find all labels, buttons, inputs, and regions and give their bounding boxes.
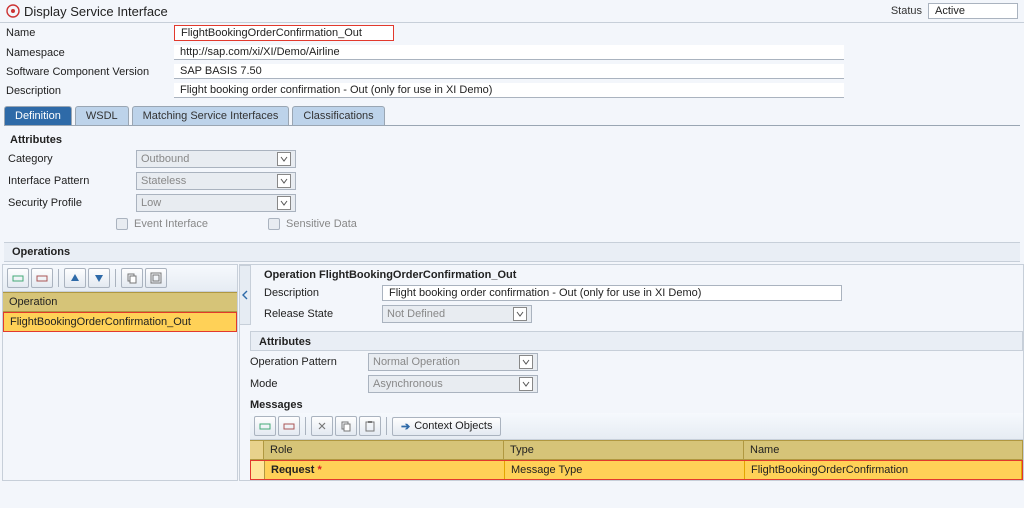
move-down-button[interactable] [88,268,110,288]
namespace-label: Namespace [6,47,174,59]
operation-row[interactable]: FlightBookingOrderConfirmation_Out [3,312,237,332]
description-label: Description [6,85,174,97]
msg-type-value: Message Type [505,461,745,479]
toolbar-divider [58,269,59,287]
sensitive-data-label: Sensitive Data [286,218,357,230]
event-interface-label: Event Interface [134,218,208,230]
dropdown-icon [277,174,291,188]
toolbar-divider [305,417,306,435]
dropdown-icon [513,307,527,321]
col-type[interactable]: Type [504,441,744,459]
dropdown-icon [277,152,291,166]
scv-label: Software Component Version [6,66,174,78]
op-pattern-value: Normal Operation [373,356,460,368]
toolbar-divider [115,269,116,287]
name-label: Name [6,27,174,39]
expand-button[interactable] [145,268,167,288]
release-state-label: Release State [264,308,382,320]
op-attributes-title: Attributes [250,331,1023,351]
messages-toolbar: ➔ Context Objects [250,413,1023,440]
messages-header-row: Role Type Name [250,440,1023,460]
status-value: Active [928,3,1018,19]
event-interface-checkbox[interactable]: Event Interface [116,218,208,230]
mode-value: Asynchronous [373,378,443,390]
dropdown-icon [519,377,533,391]
op-description-label: Description [264,287,382,299]
op-description-field: Flight booking order confirmation - Out … [382,285,842,301]
collapse-pane-button[interactable] [239,265,251,325]
delete-row-button[interactable] [31,268,53,288]
required-icon: * [317,464,321,476]
page-title: Display Service Interface [24,4,891,19]
tab-definition[interactable]: Definition [4,106,72,125]
message-row[interactable]: Request * Message Type FlightBookingOrde… [250,460,1023,480]
dropdown-icon [519,355,533,369]
checkbox-icon [116,218,128,230]
security-select[interactable]: Low [136,194,296,212]
op-pattern-select[interactable]: Normal Operation [368,353,538,371]
status-label: Status [891,5,922,17]
add-row-button[interactable] [7,268,29,288]
row-handle [250,441,264,459]
category-label: Category [8,153,136,165]
op-pattern-label: Operation Pattern [250,356,368,368]
paste-button[interactable] [359,416,381,436]
col-name[interactable]: Name [744,441,1023,459]
security-label: Security Profile [8,197,136,209]
toolbar-divider [386,417,387,435]
sensitive-data-checkbox[interactable]: Sensitive Data [268,218,357,230]
pattern-label: Interface Pattern [8,175,136,187]
add-message-button[interactable] [254,416,276,436]
operation-column-header[interactable]: Operation [3,292,237,312]
copy-button[interactable] [121,268,143,288]
description-field: Flight booking order confirmation - Out … [174,83,844,98]
copy-button[interactable] [335,416,357,436]
release-state-select[interactable]: Not Defined [382,305,532,323]
move-up-button[interactable] [64,268,86,288]
tab-classifications[interactable]: Classifications [292,106,384,125]
msg-name-value: FlightBookingOrderConfirmation [745,461,1022,479]
context-objects-button[interactable]: ➔ Context Objects [392,417,501,436]
pattern-select[interactable]: Stateless [136,172,296,190]
messages-title: Messages [240,395,1023,413]
scv-field: SAP BASIS 7.50 [174,64,844,79]
checkbox-icon [268,218,280,230]
msg-role-value: Request [271,464,314,476]
col-role[interactable]: Role [264,441,504,459]
attributes-title: Attributes [8,130,1016,148]
release-state-value: Not Defined [387,308,445,320]
operations-toolbar [3,265,237,292]
arrow-right-icon: ➔ [401,420,410,433]
pattern-value: Stateless [141,175,186,187]
cut-button[interactable] [311,416,333,436]
category-select[interactable]: Outbound [136,150,296,168]
mode-select[interactable]: Asynchronous [368,375,538,393]
operation-detail-title: Operation FlightBookingOrderConfirmation… [254,265,1023,283]
context-objects-label: Context Objects [414,420,492,432]
namespace-field: http://sap.com/xi/XI/Demo/Airline [174,45,844,60]
mode-label: Mode [250,378,368,390]
dropdown-icon [277,196,291,210]
tab-matching[interactable]: Matching Service Interfaces [132,106,290,125]
app-icon [6,4,20,18]
row-handle[interactable] [251,461,265,479]
tab-wsdl[interactable]: WSDL [75,106,129,125]
security-value: Low [141,197,161,209]
category-value: Outbound [141,153,189,165]
name-field: FlightBookingOrderConfirmation_Out [174,25,394,41]
delete-message-button[interactable] [278,416,300,436]
operations-title: Operations [4,242,1020,262]
